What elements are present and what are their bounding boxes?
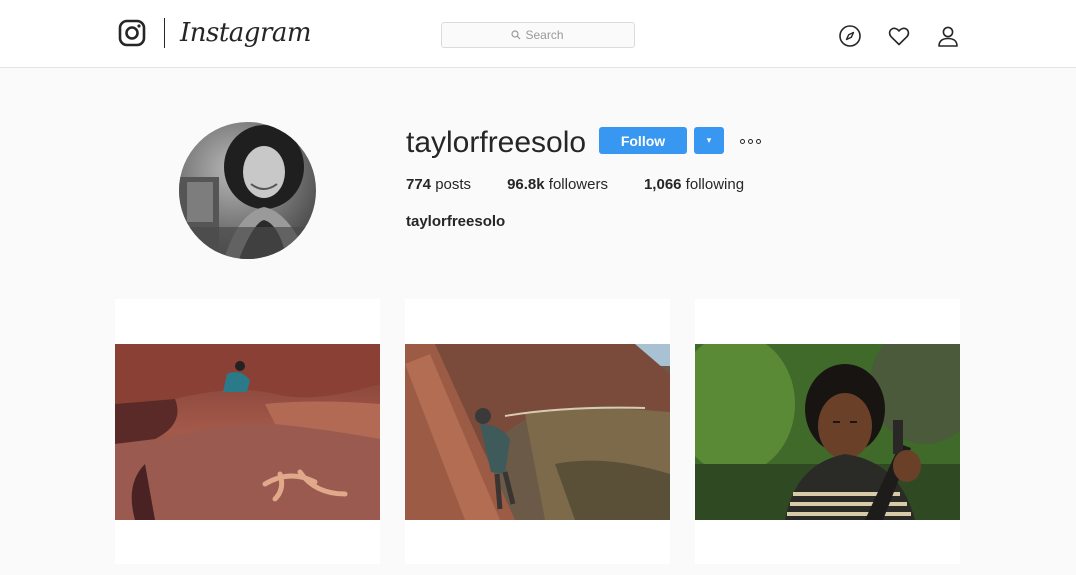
post-image-climber bbox=[405, 344, 670, 520]
followers-count: 96.8k bbox=[507, 176, 545, 193]
search-icon bbox=[510, 30, 520, 40]
post-thumbnail[interactable] bbox=[115, 299, 380, 564]
profile-stats: 774 posts 96.8k followers 1,066 followin… bbox=[406, 176, 780, 194]
following-stat-link[interactable]: 1,066 following bbox=[644, 176, 744, 194]
follow-options-dropdown-button[interactable]: ▾ bbox=[694, 127, 724, 154]
more-dot-icon bbox=[747, 138, 753, 144]
top-navigation-bar: Instagram bbox=[0, 0, 1076, 68]
avatar-photo bbox=[179, 122, 316, 259]
profile-avatar[interactable] bbox=[179, 122, 316, 259]
user-icon[interactable] bbox=[936, 24, 960, 48]
posts-count: 774 bbox=[406, 176, 432, 193]
search-input[interactable] bbox=[525, 28, 566, 42]
more-dot-icon bbox=[739, 138, 745, 144]
post-thumbnail[interactable] bbox=[695, 299, 960, 564]
logo-divider bbox=[164, 18, 165, 48]
search-box[interactable] bbox=[441, 22, 635, 48]
more-dot-icon bbox=[755, 138, 761, 144]
following-count: 1,066 bbox=[643, 176, 682, 193]
followers-stat-link[interactable]: 96.8k followers bbox=[507, 176, 608, 194]
posts-count-stat: 774 posts bbox=[406, 176, 471, 194]
following-label: following bbox=[681, 176, 745, 193]
post-image-portrait bbox=[695, 344, 960, 520]
profile-username: taylorfreesolo bbox=[406, 126, 587, 159]
posts-label: posts bbox=[431, 176, 472, 193]
post-image-canyon bbox=[115, 344, 380, 520]
follow-button[interactable]: Follow bbox=[599, 127, 687, 154]
profile-full-name: taylorfreesolo bbox=[406, 213, 506, 230]
instagram-icon[interactable] bbox=[118, 19, 146, 47]
heart-icon[interactable] bbox=[887, 24, 911, 48]
followers-label: followers bbox=[544, 176, 608, 193]
post-thumbnail[interactable] bbox=[405, 299, 670, 564]
compass-icon[interactable] bbox=[838, 24, 862, 48]
more-options-button[interactable] bbox=[736, 131, 764, 151]
instagram-wordmark[interactable]: Instagram bbox=[180, 16, 312, 50]
